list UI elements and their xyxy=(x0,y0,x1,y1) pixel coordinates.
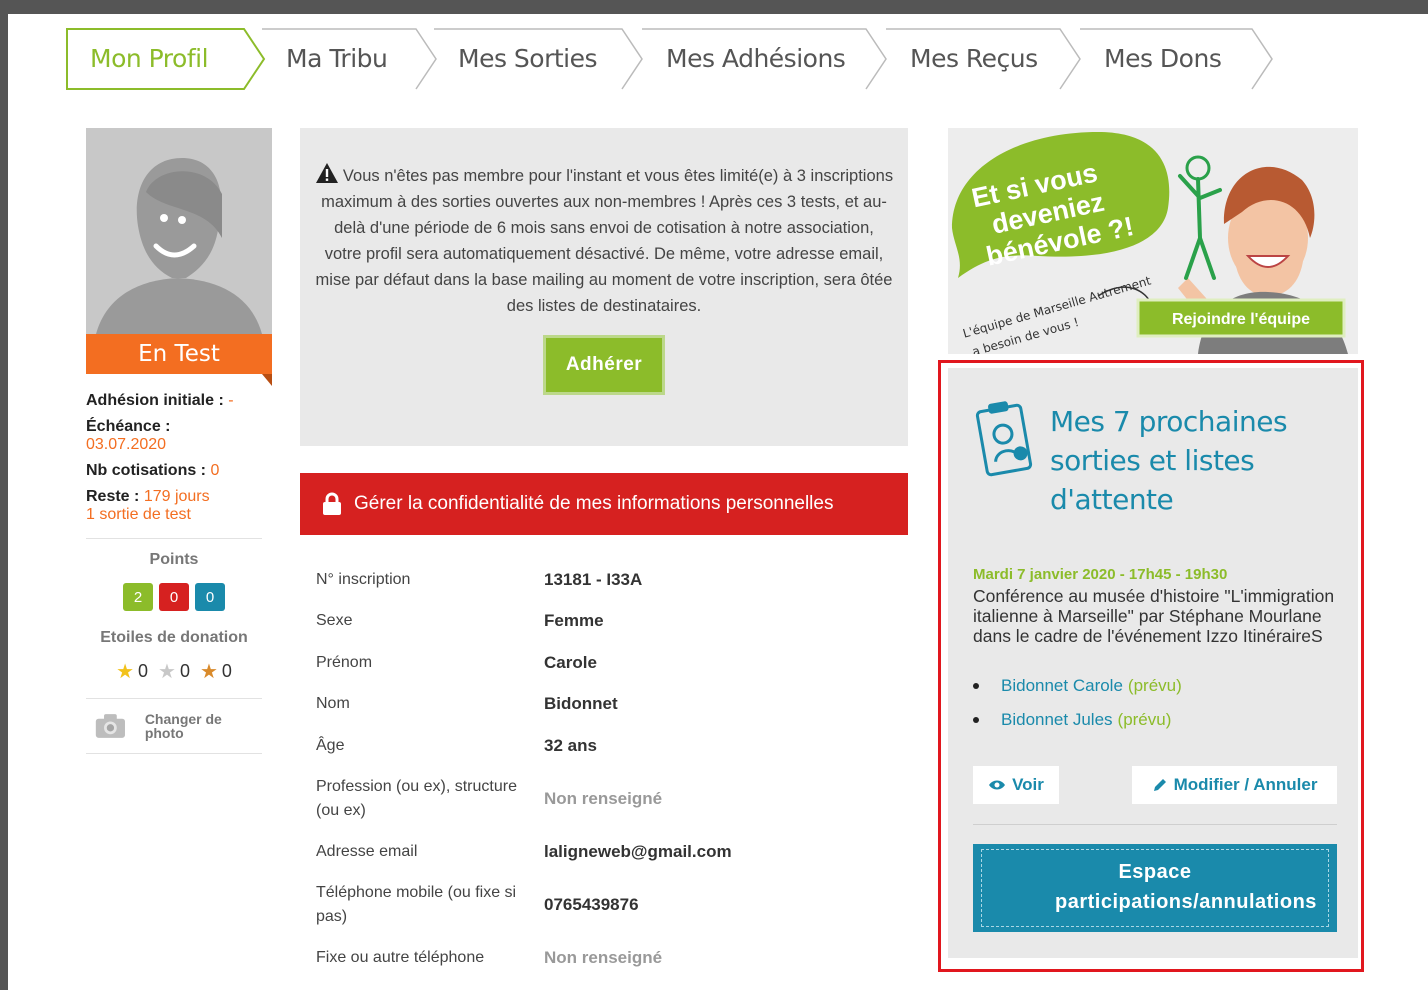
detail-row: Téléphone mobile (ou fixe si pas) 0765439… xyxy=(316,874,916,936)
detail-value: 0765439876 xyxy=(544,895,639,914)
warning-icon xyxy=(315,163,338,183)
detail-row: Prénom Carole xyxy=(316,642,916,684)
detail-row: N° inscription 13181 - I33A xyxy=(316,560,916,600)
donation-stars: ★ 0 ★ 0 ★ 0 xyxy=(86,659,262,684)
tab-label: Mes Sorties xyxy=(458,43,598,73)
adhesion-label: Adhésion initiale : xyxy=(86,392,224,409)
membership-info: Adhésion initiale : - Échéance :03.07.20… xyxy=(86,374,262,524)
tab-label: Ma Tribu xyxy=(286,43,388,73)
tab-label: Mon Profil xyxy=(90,43,209,73)
tab-mes-sorties[interactable]: Mes Sorties xyxy=(434,28,643,90)
personal-details: N° inscription 13181 - I33A Sexe Femme Pré… xyxy=(316,560,916,980)
profile-sidebar: En Test Adhésion initiale : - Échéance :… xyxy=(86,128,272,754)
stars-title: Etoiles de donation xyxy=(100,629,248,646)
bronze-star-icon: ★ xyxy=(199,661,218,683)
detail-value: Non renseigné xyxy=(544,789,663,808)
points-blue-badge: 0 xyxy=(195,583,225,611)
detail-value: Femme xyxy=(544,611,604,630)
points-red-badge: 0 xyxy=(159,583,189,611)
points-panel: Points 2 0 0 Etoiles de donation ★ 0 ★ 0 ★… xyxy=(86,538,262,699)
reste-label: Reste : xyxy=(86,488,140,505)
membership-notice: Vous n'êtes pas membre pour l'instant et… xyxy=(300,128,908,446)
silver-star-icon: ★ xyxy=(158,661,176,683)
detail-row: Nom Bidonnet xyxy=(316,684,916,724)
adherer-button[interactable]: Adhérer xyxy=(542,335,666,395)
echeance-label: Échéance : xyxy=(86,418,171,435)
privacy-label: Gérer la confidentialité de mes informat… xyxy=(354,493,834,514)
tab-mes-dons[interactable]: Mes Dons xyxy=(1080,28,1273,90)
change-photo-button[interactable]: Changer de photo xyxy=(86,699,262,754)
tab-ma-tribu[interactable]: Ma Tribu xyxy=(262,28,437,90)
points-green-badge: 2 xyxy=(123,583,153,611)
reste-extra: 1 sortie de test xyxy=(86,506,191,523)
privacy-settings-button[interactable]: Gérer la confidentialité de mes informat… xyxy=(300,473,908,535)
detail-label: Prénom xyxy=(316,654,373,671)
detail-row: Fixe ou autre téléphone Non renseigné xyxy=(316,936,916,980)
highlight-box xyxy=(938,360,1364,972)
reste-value: 179 jours xyxy=(143,488,210,505)
detail-value: Carole xyxy=(544,653,597,672)
points-title: Points xyxy=(149,551,199,568)
gold-star-count: 0 xyxy=(138,661,149,681)
tab-mon-profil[interactable]: Mon Profil xyxy=(66,28,266,90)
detail-value: laligneweb@gmail.com xyxy=(544,842,732,861)
detail-value: Bidonnet xyxy=(544,694,618,713)
tab-mes-adhesions[interactable]: Mes Adhésions xyxy=(642,28,887,90)
detail-row: Âge 32 ans xyxy=(316,724,916,768)
detail-label: Téléphone mobile (ou fixe si pas) xyxy=(316,884,517,925)
detail-label: Profession (ou ex), structure (ou ex) xyxy=(316,778,517,819)
join-team-button[interactable]: Rejoindre l'équipe xyxy=(1172,311,1310,328)
adhesion-value: - xyxy=(228,392,234,409)
gold-star-icon: ★ xyxy=(116,661,134,683)
change-photo-label: Changer de photo xyxy=(144,711,222,741)
window-frame-top xyxy=(0,0,1428,14)
window-frame-left xyxy=(0,0,8,990)
bronze-star-count: 0 xyxy=(221,661,232,681)
volunteer-banner[interactable]: Et si vous deveniez bénévole ?! L'équipe… xyxy=(948,128,1358,354)
profile-tabs: Mon Profil Ma Tribu Mes Sorties Mes Adhé… xyxy=(66,28,1276,90)
cotisations-value: 0 xyxy=(210,462,220,479)
detail-value: 13181 - I33A xyxy=(544,570,643,589)
detail-label: Nom xyxy=(316,695,350,712)
silver-star-count: 0 xyxy=(179,661,190,681)
lock-icon xyxy=(323,492,341,515)
detail-value: 32 ans xyxy=(544,736,597,755)
membership-status: En Test xyxy=(86,334,272,386)
cotisations-label: Nb cotisations : xyxy=(86,462,207,479)
detail-row: Adresse email laligneweb@gmail.com xyxy=(316,830,916,874)
detail-label: Fixe ou autre téléphone xyxy=(316,949,485,966)
tab-label: Mes Dons xyxy=(1104,43,1222,73)
avatar xyxy=(86,128,272,334)
tab-label: Mes Adhésions xyxy=(666,43,846,73)
detail-row: Sexe Femme xyxy=(316,600,916,642)
echeance-value: 03.07.2020 xyxy=(86,436,167,453)
tab-label: Mes Reçus xyxy=(910,43,1038,73)
detail-label: Sexe xyxy=(316,612,353,629)
camera-icon xyxy=(95,714,125,738)
detail-label: Âge xyxy=(316,737,345,754)
detail-label: Adresse email xyxy=(316,843,418,860)
detail-value: Non renseigné xyxy=(544,948,663,967)
notice-text: Vous n'êtes pas membre pour l'instant et… xyxy=(315,167,894,315)
detail-row: Profession (ou ex), structure (ou ex) Non… xyxy=(316,768,916,830)
detail-label: N° inscription xyxy=(316,571,411,588)
volunteer-illustration: Et si vous deveniez bénévole ?! L'équipe… xyxy=(948,128,1358,354)
tab-mes-recus[interactable]: Mes Reçus xyxy=(886,28,1081,90)
